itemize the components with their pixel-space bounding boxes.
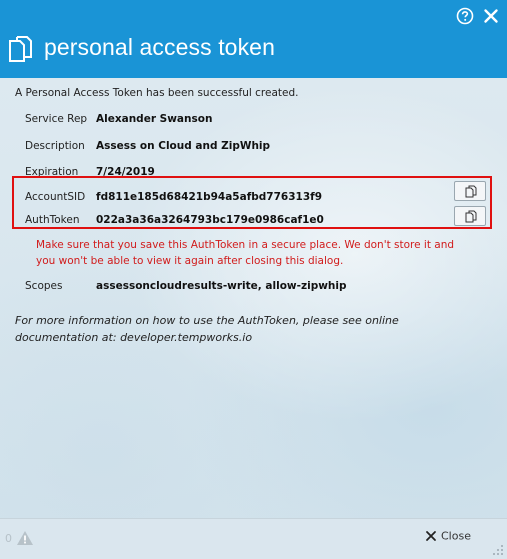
copy-account-sid-button[interactable] — [454, 181, 486, 201]
copy-icon — [465, 210, 477, 223]
auth-token-warning: Make sure that you save this AuthToken i… — [36, 239, 455, 267]
description-value: Assess on Cloud and ZipWhip — [96, 140, 271, 152]
account-sid-value[interactable]: fd811e185d68421b94a5afbd776313f9 — [96, 191, 322, 203]
scopes-value: assessoncloudresults-write, allow-zipwhi… — [96, 280, 347, 292]
description-label: Description — [25, 140, 85, 152]
auth-token-value[interactable]: 022a3a36a3264793bc179e0986caf1e0 — [96, 214, 324, 226]
copy-icon — [465, 185, 477, 198]
close-icon — [426, 531, 436, 541]
close-button-label: Close — [441, 529, 471, 543]
warning-icon[interactable] — [16, 530, 34, 546]
documents-icon — [9, 36, 32, 62]
help-icon[interactable] — [456, 7, 474, 25]
dialog-title: personal access token — [44, 34, 275, 60]
auth-token-label: AuthToken — [25, 214, 80, 226]
personal-access-token-dialog: personal access token A Personal Access … — [0, 0, 507, 559]
service-rep-label: Service Rep — [25, 113, 88, 125]
close-button[interactable]: Close — [425, 529, 471, 547]
warning-count: 0 — [5, 532, 12, 545]
dialog-header: personal access token — [0, 0, 507, 78]
documentation-info: For more information on how to use the A… — [15, 314, 399, 344]
service-rep-value: Alexander Swanson — [96, 113, 213, 125]
scopes-label: Scopes — [25, 280, 63, 292]
close-icon[interactable] — [482, 7, 500, 25]
copy-auth-token-button[interactable] — [454, 206, 486, 226]
intro-text: A Personal Access Token has been success… — [15, 87, 299, 99]
account-sid-label: AccountSID — [25, 191, 86, 203]
resize-grip-icon[interactable] — [492, 544, 504, 556]
